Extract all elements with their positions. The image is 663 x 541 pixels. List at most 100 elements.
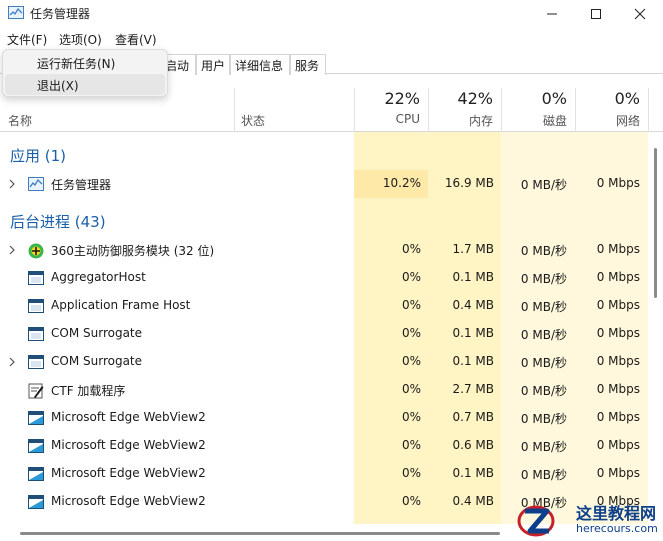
process-name: Microsoft Edge WebView2 — [51, 438, 206, 452]
process-row[interactable]: COM Surrogate 0% 0.1 MB 0 MB/秒 0 Mbps — [0, 320, 652, 348]
process-cpu: 0% — [401, 270, 421, 284]
process-cpu: 10.2% — [382, 176, 421, 190]
cpu-label: CPU — [395, 112, 420, 126]
menu-file[interactable]: 文件(F) — [7, 31, 47, 48]
process-row[interactable]: 360主动防御服务模块 (32 位) 0% 1.7 MB 0 MB/秒 0 Mbps — [0, 236, 652, 264]
window-process-icon — [28, 355, 44, 369]
header-cpu[interactable]: 22% CPU — [354, 88, 428, 132]
process-row[interactable]: 任务管理器 10.2% 16.9 MB 0 MB/秒 0 Mbps — [0, 170, 652, 198]
window-process-icon — [28, 327, 44, 341]
process-cpu: 0% — [401, 326, 421, 340]
header-network[interactable]: 0% 网络 — [575, 88, 648, 132]
process-disk: 0 MB/秒 — [520, 468, 567, 482]
disk-label: 磁盘 — [542, 114, 567, 128]
ctf-pen-icon — [28, 383, 44, 399]
process-row[interactable]: Microsoft Edge WebView2 0% 0.7 MB 0 MB/秒 0 M… — [0, 404, 652, 432]
cpu-total: 22% — [384, 89, 420, 108]
webview-icon — [28, 495, 44, 509]
minimize-icon — [547, 13, 557, 15]
file-menu-dropdown: 运行新任务(N) 退出(X) — [2, 49, 168, 97]
process-row[interactable]: CTF 加载程序 0% 2.7 MB 0 MB/秒 0 Mbps — [0, 376, 652, 404]
expand-chevron-icon[interactable] — [8, 356, 16, 367]
watermark-cn: 这里教程网 — [576, 504, 657, 523]
process-network: 0 Mbps — [596, 176, 640, 190]
menu-options[interactable]: 选项(O) — [59, 31, 102, 48]
webview-icon — [28, 467, 44, 481]
window-process-icon — [28, 271, 44, 285]
watermark-logo-icon — [517, 505, 555, 537]
vertical-scrollbar[interactable] — [654, 148, 657, 298]
close-icon — [634, 8, 646, 20]
process-memory: 0.4 MB — [452, 298, 494, 312]
task-manager-icon — [28, 177, 44, 191]
process-row[interactable]: AggregatorHost 0% 0.1 MB 0 MB/秒 0 Mbps — [0, 264, 652, 292]
header-status[interactable]: 状态 — [241, 112, 265, 129]
process-cpu: 0% — [401, 438, 421, 452]
group-title: 后台进程 (43) — [10, 213, 106, 231]
process-memory: 0.7 MB — [452, 410, 494, 424]
process-disk: 0 MB/秒 — [520, 272, 567, 286]
process-row[interactable]: COM Surrogate 0% 0.1 MB 0 MB/秒 0 Mbps — [0, 348, 652, 376]
process-name: COM Surrogate — [51, 354, 143, 368]
window-title: 任务管理器 — [30, 7, 91, 21]
watermark-en: herecours.com — [576, 522, 658, 535]
process-cpu: 0% — [401, 410, 421, 424]
process-cpu: 0% — [401, 466, 421, 480]
header-divider[interactable] — [648, 88, 649, 132]
maximize-button[interactable] — [574, 0, 618, 28]
process-name: 360主动防御服务模块 (32 位) — [51, 244, 215, 258]
process-name: 任务管理器 — [51, 178, 112, 192]
webview-icon — [28, 439, 44, 453]
task-manager-window: 任务管理器 文件(F) 选项(O) 查看(V) 启动 用户 详细信息 服务 运行… — [0, 0, 663, 541]
expand-chevron-icon[interactable] — [8, 178, 16, 189]
maximize-icon — [591, 9, 601, 19]
process-memory: 2.7 MB — [452, 382, 494, 396]
expand-chevron-icon[interactable] — [8, 244, 16, 255]
network-total: 0% — [614, 89, 640, 108]
process-network: 0 Mbps — [596, 270, 640, 284]
title-bar: 任务管理器 — [0, 0, 663, 28]
network-label: 网络 — [615, 114, 640, 128]
process-disk: 0 MB/秒 — [520, 300, 567, 314]
process-disk: 0 MB/秒 — [520, 328, 567, 342]
tab-users[interactable]: 用户 — [196, 54, 230, 75]
group-header-background[interactable]: 后台进程 (43) — [0, 206, 652, 234]
process-memory: 0.1 MB — [452, 326, 494, 340]
header-name[interactable]: 名称 — [8, 112, 32, 129]
process-memory: 0.4 MB — [452, 494, 494, 508]
menu-run-new-task[interactable]: 运行新任务(N) — [5, 52, 165, 73]
process-name: CTF 加载程序 — [51, 384, 126, 398]
close-button[interactable] — [618, 0, 662, 28]
process-name: Microsoft Edge WebView2 — [51, 410, 206, 424]
process-disk: 0 MB/秒 — [520, 384, 567, 398]
process-cpu: 0% — [401, 298, 421, 312]
process-row[interactable]: Application Frame Host 0% 0.4 MB 0 MB/秒 0 Mb… — [0, 292, 652, 320]
tab-details[interactable]: 详细信息 — [230, 54, 290, 75]
header-memory[interactable]: 42% 内存 — [428, 88, 501, 132]
tab-services[interactable]: 服务 — [290, 54, 326, 75]
process-network: 0 Mbps — [596, 466, 640, 480]
process-network: 0 Mbps — [596, 242, 640, 256]
process-row[interactable]: Microsoft Edge WebView2 0% 0.1 MB 0 MB/秒 0 M… — [0, 460, 652, 488]
horizontal-scrollbar[interactable] — [20, 532, 500, 535]
menu-bar: 文件(F) 选项(O) 查看(V) — [0, 28, 663, 50]
process-row[interactable]: Microsoft Edge WebView2 0% 0.6 MB 0 MB/秒 0 M… — [0, 432, 652, 460]
header-divider[interactable] — [234, 88, 235, 132]
disk-total: 0% — [541, 89, 567, 108]
menu-exit[interactable]: 退出(X) — [5, 74, 165, 95]
header-disk[interactable]: 0% 磁盘 — [501, 88, 575, 132]
webview-icon — [28, 411, 44, 425]
process-network: 0 Mbps — [596, 326, 640, 340]
process-disk: 0 MB/秒 — [520, 412, 567, 426]
process-memory: 0.6 MB — [452, 438, 494, 452]
process-name: Application Frame Host — [51, 298, 191, 312]
process-cpu: 0% — [401, 354, 421, 368]
group-header-apps[interactable]: 应用 (1) — [0, 140, 652, 168]
process-memory: 0.1 MB — [452, 354, 494, 368]
process-memory: 0.1 MB — [452, 270, 494, 284]
process-network: 0 Mbps — [596, 298, 640, 312]
minimize-button[interactable] — [530, 0, 574, 28]
memory-total: 42% — [457, 89, 493, 108]
process-disk: 0 MB/秒 — [520, 356, 567, 370]
menu-view[interactable]: 查看(V) — [115, 31, 157, 48]
